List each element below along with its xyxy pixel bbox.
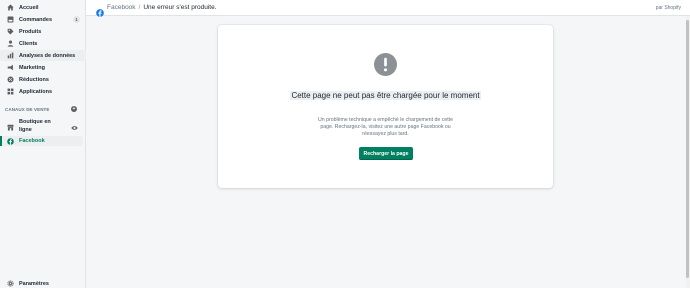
sidebar-item-settings[interactable]: Paramètres [7, 280, 49, 287]
scrollbar-thumb[interactable] [686, 20, 689, 278]
sidebar-item-accueil[interactable]: Accueil [0, 2, 86, 13]
sidebar-item-label: Réductions [19, 76, 49, 83]
facebook-label: Facebook [19, 138, 45, 144]
add-channel-plus-icon[interactable]: + [71, 106, 77, 112]
sidebar-item-label: Produits [19, 28, 42, 35]
sidebar-item-label: Analyses de données [19, 52, 76, 59]
store-icon [7, 118, 14, 131]
sales-channels-title: CANAUX DE VENTE [5, 107, 50, 112]
error-title-text: Cette page ne peut pas être chargée pour… [290, 91, 481, 100]
error-card: Cette page ne peut pas être chargée pour… [218, 25, 553, 188]
sidebar-item-marketing[interactable]: Marketing [0, 62, 86, 73]
sidebar-item-facebook[interactable]: Facebook [0, 136, 83, 146]
home-icon [7, 4, 14, 11]
analytics-icon [7, 52, 14, 59]
breadcrumb-separator: / [138, 4, 141, 11]
reload-page-button[interactable]: Recharger la page [359, 147, 413, 160]
eye-icon[interactable] [71, 118, 78, 130]
sidebar-item-label: Applications [19, 88, 53, 95]
sidebar-item-label: Marketing [19, 64, 45, 71]
sidebar-item-clients[interactable]: Clients [0, 38, 86, 49]
page-title: Une erreur s'est produite. [143, 4, 217, 11]
sidebar-item-applications[interactable]: Applications [0, 86, 86, 97]
active-indicator [0, 136, 2, 146]
by-shopify-label: par Shopify [655, 5, 681, 11]
breadcrumb[interactable]: Facebook [107, 4, 136, 11]
person-icon [7, 40, 14, 47]
tag-icon [7, 28, 14, 35]
topbar: Facebook / Une erreur s'est produite. pa… [86, 0, 690, 17]
online-store-label: Boutique en ligne [19, 119, 51, 133]
settings-label: Paramètres [19, 280, 49, 287]
facebook-logo-icon [96, 4, 104, 17]
sidebar-item-label: Commandes [19, 16, 53, 23]
discount-icon [7, 76, 14, 83]
alert-icon [374, 53, 397, 76]
error-title: Cette page ne peut pas être chargée pour… [218, 91, 553, 101]
gear-icon [7, 280, 14, 287]
sidebar-item-label: Clients [19, 40, 38, 47]
apps-icon [7, 88, 14, 95]
sidebar-item-reductions[interactable]: Réductions [0, 74, 86, 85]
error-description: Un problème technique a empêché le charg… [318, 117, 453, 138]
facebook-icon [7, 137, 14, 145]
orders-icon [7, 16, 14, 23]
sidebar-item-analyses[interactable]: Analyses de données [0, 50, 86, 61]
sidebar-item-produits[interactable]: Produits [0, 26, 86, 37]
sidebar-item-label: Accueil [19, 4, 39, 11]
sidebar-item-commandes[interactable]: Commandes 1 [0, 14, 86, 25]
orders-count-badge: 1 [73, 16, 80, 23]
sidebar: Accueil Commandes 1 Produits Clients Ana… [0, 0, 86, 288]
marketing-icon [7, 64, 14, 71]
